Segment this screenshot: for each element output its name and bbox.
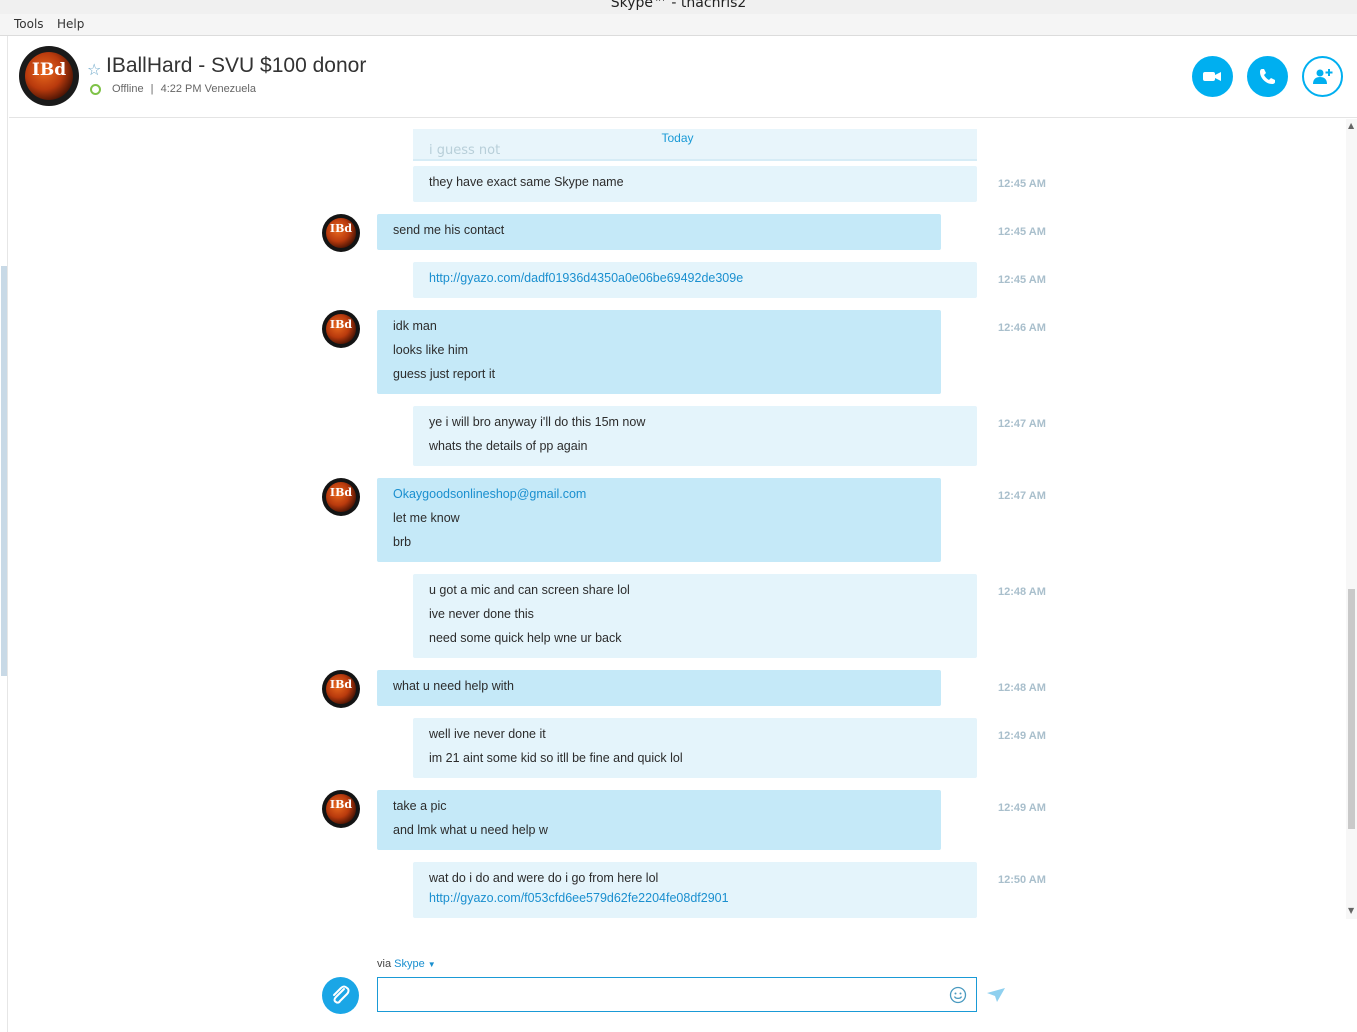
contact-avatar[interactable]: IBd — [19, 46, 79, 106]
menu-bar: Tools Help — [0, 14, 1357, 36]
message-timestamp: 12:47 AM — [998, 418, 1046, 430]
message-text: u got a mic and can screen share lol — [429, 583, 630, 597]
message-input[interactable] — [377, 977, 977, 1012]
message-text: brb — [393, 535, 412, 549]
avatar-logo-text: IBd — [329, 318, 353, 331]
message-timestamp: 12:49 AM — [998, 730, 1046, 742]
message-text: what u need help with — [393, 679, 514, 693]
message-text: whats the details of pp again — [429, 439, 588, 453]
attach-button[interactable] — [322, 977, 359, 1014]
incoming-message[interactable]: send me his contact — [377, 214, 941, 250]
chevron-down-icon: ▼ — [427, 960, 436, 969]
voice-call-button[interactable] — [1247, 56, 1288, 97]
chat-scrollbar[interactable]: ▲ ▼ — [1346, 119, 1357, 919]
status-label: Offline — [112, 83, 144, 95]
message-text: idk man — [393, 319, 437, 333]
sender-avatar[interactable]: IBd — [322, 790, 360, 828]
via-label-text: via — [377, 958, 392, 970]
message-timestamp: 12:50 AM — [998, 874, 1046, 886]
scroll-thumb[interactable] — [1348, 589, 1355, 829]
message-text: take a pic — [393, 799, 447, 813]
scroll-up-icon[interactable]: ▲ — [1348, 121, 1354, 130]
incoming-message[interactable]: take a pic and lmk what u need help w — [377, 790, 941, 850]
outgoing-message[interactable]: u got a mic and can screen share lol ive … — [413, 574, 977, 658]
contact-status: Offline | 4:22 PM Venezuela — [112, 83, 256, 95]
message-text: send me his contact — [393, 223, 505, 237]
message-text: guess just report it — [393, 367, 496, 381]
outgoing-message[interactable]: http://gyazo.com/dadf01936d4350a0e06be69… — [413, 262, 977, 298]
sidebar-selection-strip — [1, 266, 7, 676]
star-icon[interactable]: ☆ — [87, 60, 101, 79]
video-call-icon — [1203, 72, 1221, 81]
message-timestamp: 12:45 AM — [998, 274, 1046, 286]
menu-help[interactable]: Help — [57, 17, 84, 31]
message-text: need some quick help wne ur back — [429, 631, 622, 645]
avatar-logo-text: IBd — [329, 222, 353, 235]
via-service-dropdown[interactable]: Skype ▼ — [394, 958, 436, 970]
message-text: wat do i do and were do i go from here l… — [429, 871, 659, 885]
local-time: 4:22 PM Venezuela — [160, 83, 256, 95]
message-text: and lmk what u need help w — [393, 823, 548, 837]
sender-avatar[interactable]: IBd — [322, 478, 360, 516]
add-contact-button[interactable] — [1302, 56, 1343, 97]
sidebar-collapsed — [0, 36, 8, 1032]
message-link[interactable]: http://gyazo.com/f053cfd6ee579d62fe2204f… — [429, 891, 729, 905]
menu-tools[interactable]: Tools — [14, 17, 44, 31]
message-text: ive never done this — [429, 607, 534, 621]
message-timestamp: 12:45 AM — [998, 178, 1046, 190]
message-timestamp: 12:45 AM — [998, 226, 1046, 238]
sender-avatar[interactable]: IBd — [322, 310, 360, 348]
date-divider: Today — [661, 131, 694, 145]
message-timestamp: 12:48 AM — [998, 586, 1046, 598]
message-text: they have exact same Skype name — [429, 175, 624, 189]
message-text: im 21 aint some kid so itll be fine and … — [429, 751, 683, 765]
incoming-message[interactable]: Okaygoodsonlineshop@gmail.com let me know… — [377, 478, 941, 562]
window-title: Skype™ - thachris2 — [610, 0, 747, 11]
outgoing-message[interactable]: they have exact same Skype name — [413, 166, 977, 202]
message-text: looks like him — [393, 343, 469, 357]
message-text: let me know — [393, 511, 460, 525]
sender-avatar[interactable]: IBd — [322, 214, 360, 252]
skype-window: Skype™ - thachris2 Tools Help IBd ☆ IBal… — [0, 0, 1357, 1032]
video-call-button[interactable] — [1192, 56, 1233, 97]
message-link[interactable]: http://gyazo.com/dadf01936d4350a0e06be69… — [429, 271, 743, 285]
outgoing-message[interactable]: ye i will bro anyway i'll do this 15m no… — [413, 406, 977, 466]
sender-avatar[interactable]: IBd — [322, 670, 360, 708]
status-separator: | — [150, 83, 154, 95]
message-timestamp: 12:47 AM — [998, 490, 1046, 502]
avatar-logo-text: IBd — [31, 60, 67, 80]
incoming-message[interactable]: what u need help with — [377, 670, 941, 706]
avatar-logo-text: IBd — [329, 486, 353, 499]
phone-icon — [1260, 69, 1275, 84]
add-contact-icon — [1313, 69, 1333, 84]
via-service-selector: via Skype ▼ — [377, 958, 436, 970]
outgoing-message[interactable]: wat do i do and were do i go from here l… — [413, 862, 977, 918]
message-timestamp: 12:49 AM — [998, 802, 1046, 814]
message-link[interactable]: Okaygoodsonlineshop@gmail.com — [393, 487, 586, 501]
incoming-message[interactable]: idk man looks like him guess just report i… — [377, 310, 941, 394]
message-timestamp: 12:46 AM — [998, 322, 1046, 334]
outgoing-message[interactable]: well ive never done it im 21 aint some ki… — [413, 718, 977, 778]
avatar-logo-text: IBd — [329, 678, 353, 691]
message-timestamp: 12:48 AM — [998, 682, 1046, 694]
message-text: well ive never done it — [429, 727, 546, 741]
conversation-header: IBd ☆ IBallHard - SVU $100 donor Offline… — [9, 36, 1357, 118]
offline-status-icon — [90, 84, 101, 95]
scroll-down-icon[interactable]: ▼ — [1348, 906, 1354, 915]
faded-message-text: i guess not — [429, 143, 501, 158]
title-bar: Skype™ - thachris2 — [0, 0, 1357, 14]
send-icon[interactable] — [986, 986, 1006, 1004]
attach-icon — [333, 985, 350, 1004]
contact-name[interactable]: IBallHard - SVU $100 donor — [106, 54, 366, 78]
emoji-icon[interactable] — [949, 986, 967, 1004]
avatar-logo-text: IBd — [329, 798, 353, 811]
message-history[interactable]: i guess not Today they have exact same S… — [9, 119, 1346, 919]
via-service-name: Skype — [394, 958, 425, 970]
message-text: ye i will bro anyway i'll do this 15m no… — [429, 415, 646, 429]
